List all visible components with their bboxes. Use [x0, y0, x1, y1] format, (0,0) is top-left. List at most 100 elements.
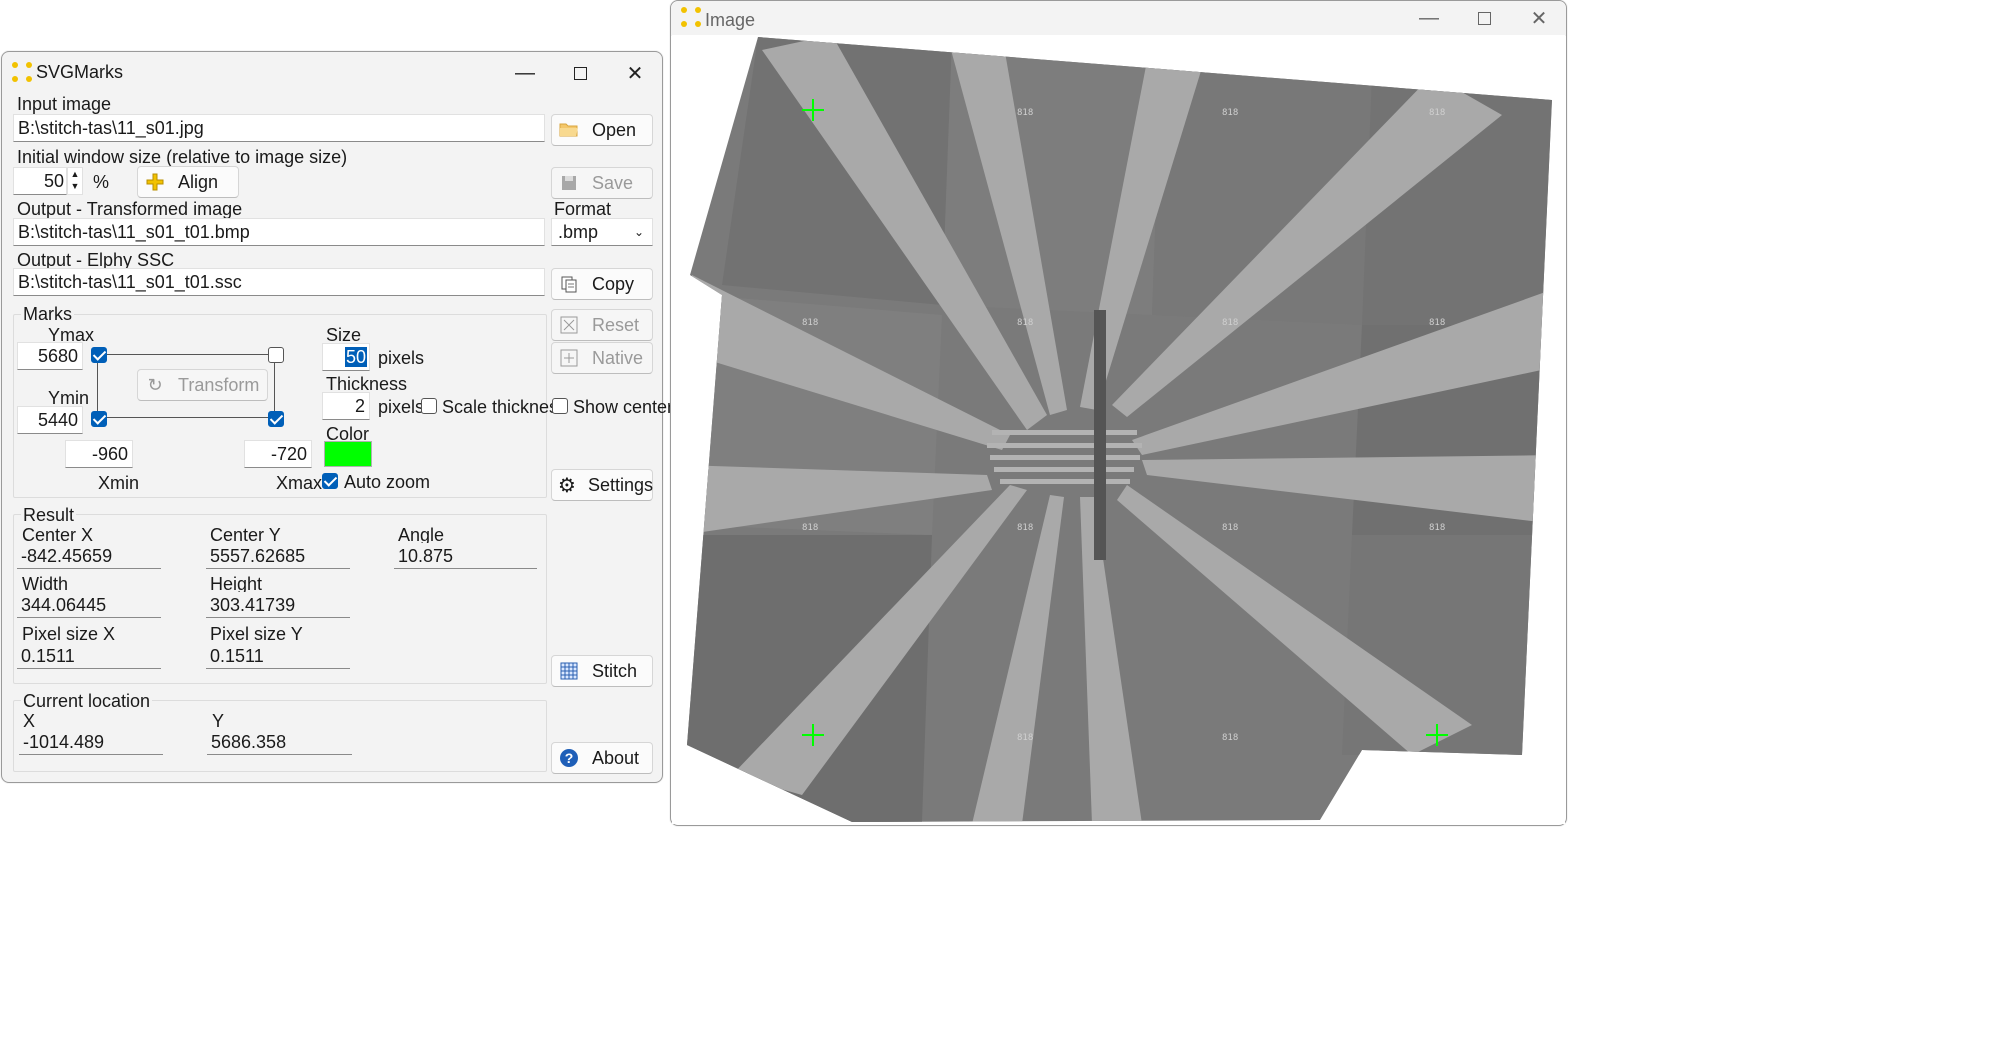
save-button-label: Save: [592, 172, 634, 193]
svg-text:818: 818: [1222, 523, 1238, 533]
minimize-button[interactable]: —: [497, 58, 553, 88]
gear-icon: ⚙: [558, 474, 576, 497]
image-window-title: Image: [705, 10, 756, 30]
angle-value: 10.875: [394, 543, 537, 569]
save-icon: [558, 172, 580, 194]
svg-text:818: 818: [1222, 108, 1238, 118]
show-center-checkbox[interactable]: [552, 398, 568, 414]
spin-up-icon[interactable]: ▲: [68, 168, 82, 180]
initial-size-input[interactable]: 50: [13, 167, 67, 195]
image-canvas[interactable]: 818 818 818 818 818 818 818 818 818 818 818 818 8…: [672, 35, 1565, 824]
settings-button-label: Settings: [587, 474, 653, 495]
help-icon: ?: [558, 747, 580, 769]
svg-text:818: 818: [1017, 523, 1033, 533]
width-value: 344.06445: [17, 592, 161, 618]
pixel-size-x-value: 0.1511: [17, 643, 161, 669]
mark-bottom-right-checkbox[interactable]: [268, 411, 284, 427]
svg-text:818: 818: [1222, 733, 1238, 743]
svg-text:818: 818: [1017, 318, 1033, 328]
pixel-size-y-label: Pixel size Y: [210, 624, 303, 644]
reset-button-label: Reset: [592, 314, 640, 335]
align-icon: [144, 171, 166, 193]
close-button[interactable]: ✕: [607, 58, 663, 88]
native-button[interactable]: Native: [551, 342, 653, 374]
size-unit: pixels: [378, 348, 425, 368]
svg-text:818: 818: [1017, 108, 1033, 118]
open-button[interactable]: Open: [551, 114, 653, 146]
copy-icon: [558, 273, 580, 295]
transform-button-label: Transform: [178, 374, 260, 395]
reset-button[interactable]: Reset: [551, 309, 653, 341]
mark-top-right-checkbox[interactable]: [268, 347, 284, 363]
svg-text:818: 818: [1429, 523, 1445, 533]
reset-icon: [558, 314, 580, 336]
ymax-input[interactable]: 5680: [17, 342, 83, 370]
thickness-unit: pixels: [378, 397, 425, 417]
about-button-label: About: [592, 747, 640, 768]
xmax-input[interactable]: -720: [244, 440, 312, 468]
center-x-value: -842.45659: [17, 543, 161, 569]
size-input[interactable]: 50: [322, 343, 370, 371]
input-image-field[interactable]: B:\stitch-tas\11_s01.jpg: [13, 114, 545, 142]
main-titlebar[interactable]: SVGMarks — ✕: [2, 52, 662, 92]
mark-bottom-left-checkbox[interactable]: [91, 411, 107, 427]
transform-button[interactable]: ↻ Transform: [137, 369, 268, 401]
auto-zoom-checkbox[interactable]: [322, 473, 338, 489]
height-value: 303.41739: [206, 592, 350, 618]
folder-icon: [558, 119, 580, 141]
spin-down-icon[interactable]: ▼: [68, 180, 82, 192]
align-button-label: Align: [178, 171, 219, 192]
format-select[interactable]: .bmp ⌄: [551, 218, 653, 246]
output-transformed-label: Output - Transformed image: [17, 199, 243, 219]
image-titlebar[interactable]: Image — ✕: [671, 1, 1566, 36]
pixel-size-y-value: 0.1511: [206, 643, 350, 669]
save-button[interactable]: Save: [551, 167, 653, 199]
native-button-label: Native: [592, 347, 644, 368]
output-transformed-field[interactable]: B:\stitch-tas\11_s01_t01.bmp: [13, 218, 545, 246]
stitched-micrograph: 818 818 818 818 818 818 818 818 818 818 818 818 8…: [687, 37, 1552, 822]
copy-button-label: Copy: [592, 273, 635, 294]
color-swatch[interactable]: [324, 441, 372, 467]
image-app-icon: [681, 7, 705, 31]
output-ssc-field[interactable]: B:\stitch-tas\11_s01_t01.ssc: [13, 268, 545, 296]
input-image-label: Input image: [17, 94, 112, 114]
open-button-label: Open: [592, 119, 637, 140]
native-icon: [558, 347, 580, 369]
initial-size-label: Initial window size (relative to image s…: [17, 147, 348, 167]
svg-text:818: 818: [802, 523, 818, 533]
scale-thickness-checkbox[interactable]: [421, 398, 437, 414]
stitch-button-label: Stitch: [592, 660, 638, 681]
initial-size-spinner[interactable]: ▲ ▼: [67, 167, 83, 195]
format-label: Format: [554, 199, 612, 219]
grid-icon: [558, 660, 580, 682]
settings-button[interactable]: ⚙ Settings: [551, 469, 653, 501]
xmax-label: Xmax: [276, 473, 323, 493]
copy-button[interactable]: Copy: [551, 268, 653, 300]
maximize-button[interactable]: [552, 58, 608, 88]
image-minimize-button[interactable]: —: [1401, 3, 1457, 33]
image-close-button[interactable]: ✕: [1511, 3, 1567, 33]
align-button[interactable]: Align: [137, 166, 239, 198]
refresh-icon: ↻: [147, 374, 163, 395]
thickness-input[interactable]: 2: [322, 392, 370, 420]
auto-zoom-label: Auto zoom: [344, 472, 431, 492]
svg-text:818: 818: [1429, 108, 1445, 118]
svg-text:818: 818: [802, 318, 818, 328]
app-icon: [12, 62, 36, 86]
ymin-input[interactable]: 5440: [17, 406, 83, 434]
xmin-input[interactable]: -960: [65, 440, 133, 468]
maximize-icon: [573, 66, 587, 80]
result-group-label: Result: [21, 505, 77, 526]
image-maximize-button[interactable]: [1456, 3, 1512, 33]
about-button[interactable]: ? About: [551, 742, 653, 774]
chevron-down-icon: ⌄: [633, 225, 644, 239]
main-window-title: SVGMarks: [36, 62, 124, 82]
location-x-value: -1014.489: [19, 729, 163, 755]
mark-top-left-checkbox[interactable]: [91, 347, 107, 363]
svg-text:818: 818: [1222, 318, 1238, 328]
stitch-button[interactable]: Stitch: [551, 655, 653, 687]
center-y-value: 5557.62685: [206, 543, 350, 569]
svg-text:818: 818: [1429, 318, 1445, 328]
svg-text:818: 818: [1017, 733, 1033, 743]
percent-unit: %: [93, 172, 110, 192]
